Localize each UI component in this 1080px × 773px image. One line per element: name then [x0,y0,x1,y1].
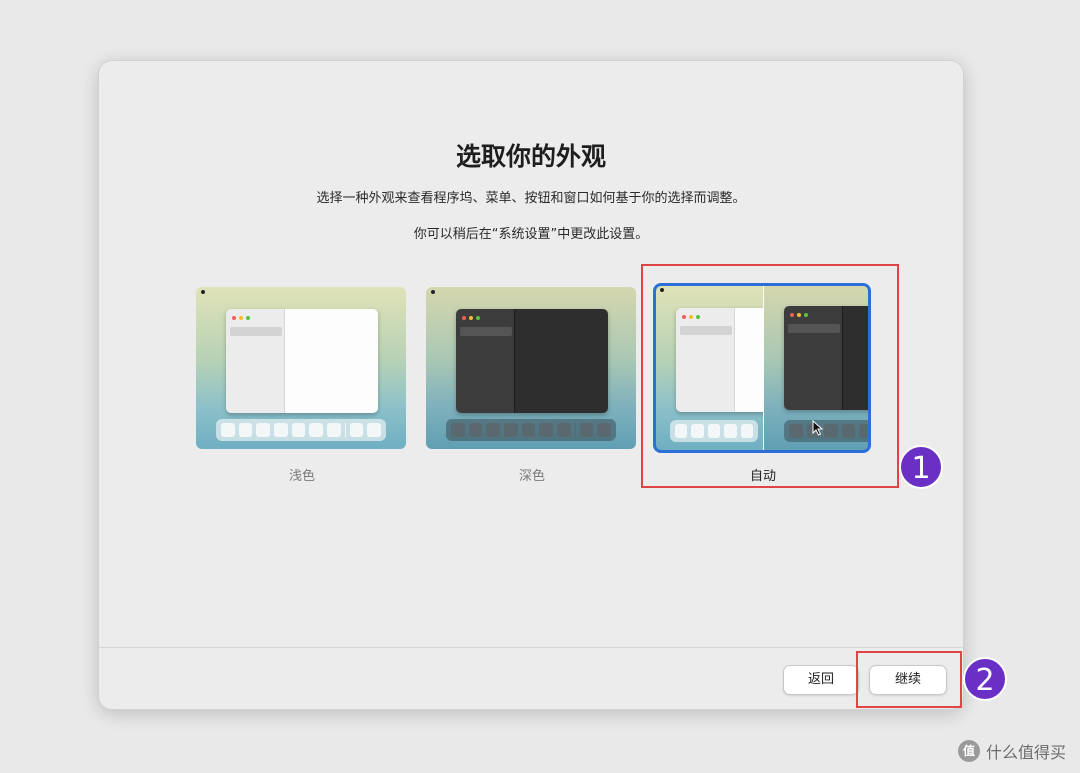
step-badge-1: 1 [899,445,943,489]
watermark-text: 什么值得买 [985,743,1066,762]
light-preview-image[interactable] [196,287,406,449]
callout-box-continue-button [856,651,962,708]
appearance-option-dark[interactable]: 深色 [426,287,638,484]
back-button[interactable]: 返回 [783,665,859,695]
footer-divider [99,647,963,648]
appearance-option-label: 深色 [518,469,545,484]
appearance-option-label: 浅色 [288,469,315,484]
dark-preview-image[interactable] [426,287,636,449]
page-subtitle-description: 选择一种外观来查看程序坞、菜单、按钮和窗口如何基于你的选择而调整。 [316,191,746,206]
dark-window-preview [456,309,608,413]
page-title: 选取你的外观 [455,142,606,171]
page-subtitle-hint: 你可以稍后在“系统设置”中更改此设置。 [413,227,649,242]
callout-box-auto-option [641,264,899,488]
watermark-logo-icon: 值 [957,740,980,762]
light-dock-preview [216,419,386,441]
watermark: 值 什么值得买 [957,739,1066,763]
step-badge-2: 2 [963,657,1007,701]
dark-dock-preview [446,419,616,441]
appearance-option-light[interactable]: 浅色 [196,287,408,484]
light-window-preview [226,309,378,413]
